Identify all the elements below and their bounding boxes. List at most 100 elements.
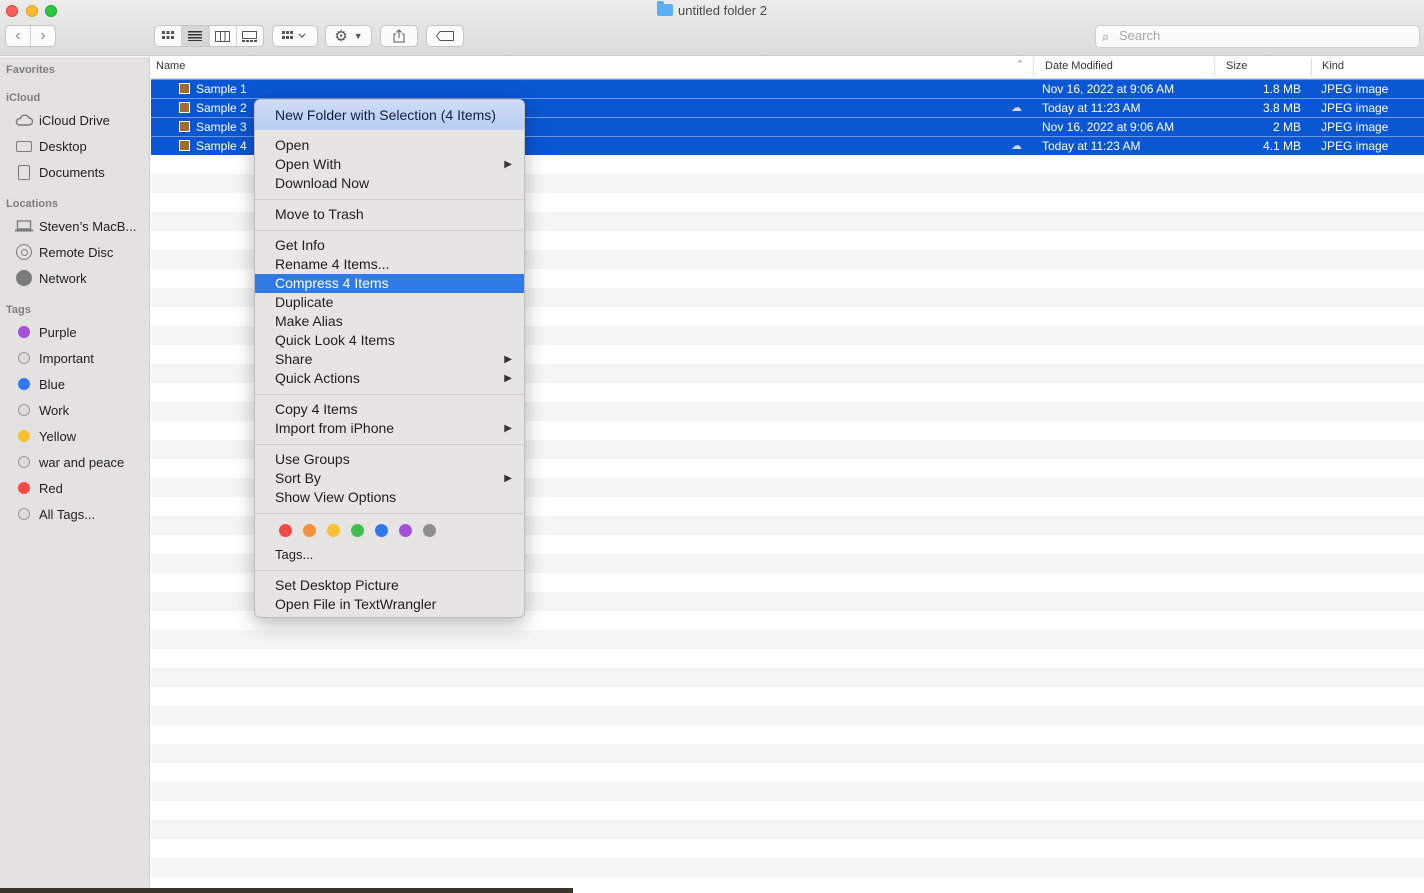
- tag-color-purple[interactable]: [399, 524, 412, 537]
- sidebar-item-icloud-drive[interactable]: iCloud Drive: [0, 108, 150, 132]
- file-kind: JPEG image: [1321, 120, 1389, 134]
- column-divider[interactable]: [1311, 58, 1312, 76]
- sidebar-all-tags[interactable]: All Tags...: [0, 502, 150, 526]
- list-view-icon: [188, 31, 203, 41]
- menu-item-show-view-options[interactable]: Show View Options: [255, 488, 524, 507]
- sidebar-tag-blue[interactable]: Blue: [0, 372, 150, 396]
- forward-button[interactable]: ›: [30, 26, 55, 46]
- menu-item-open-in-textwrangler[interactable]: Open File in TextWrangler: [255, 595, 524, 614]
- empty-row: [151, 763, 1424, 782]
- edit-tags-button[interactable]: [426, 25, 464, 47]
- tag-color-green[interactable]: [351, 524, 364, 537]
- sidebar: Favorites iCloud iCloud Drive Desktop Do…: [0, 57, 150, 893]
- sidebar-header-tags: Tags: [6, 304, 31, 316]
- list-view-button[interactable]: [181, 26, 209, 46]
- sidebar-item-label: Steven’s MacB...: [39, 218, 137, 234]
- sidebar-item-label: Red: [39, 480, 63, 496]
- column-divider[interactable]: [1214, 58, 1215, 76]
- sidebar-item-label: Work: [39, 402, 70, 418]
- search-field[interactable]: ⌕: [1095, 25, 1420, 48]
- tag-color-gray[interactable]: [423, 524, 436, 537]
- desktop-icon: [15, 137, 33, 155]
- empty-row: [151, 649, 1424, 668]
- menu-item-import-from-iphone[interactable]: Import from iPhone ▶: [255, 419, 524, 438]
- window-title-text: untitled folder 2: [678, 3, 767, 18]
- column-header-size[interactable]: Size: [1226, 60, 1247, 72]
- tag-color-yellow[interactable]: [327, 524, 340, 537]
- context-menu: New Folder with Selection (4 Items) Open…: [254, 99, 525, 618]
- column-header-kind[interactable]: Kind: [1322, 60, 1344, 72]
- sidebar-item-label: Documents: [39, 164, 105, 180]
- menu-item-make-alias[interactable]: Make Alias: [255, 312, 524, 331]
- menu-item-open[interactable]: Open: [255, 136, 524, 155]
- file-name: Sample 2: [196, 101, 247, 115]
- cloud-download-icon[interactable]: ☁: [1011, 101, 1022, 114]
- sidebar-tag-important[interactable]: Important: [0, 346, 150, 370]
- disc-icon: [15, 243, 33, 261]
- menu-item-tags[interactable]: Tags...: [255, 545, 524, 564]
- sidebar-item-label: All Tags...: [39, 506, 96, 522]
- navigation-buttons: ‹ ›: [5, 25, 56, 47]
- menu-item-download-now[interactable]: Download Now: [255, 174, 524, 193]
- file-size: 4.1 MB: [1262, 139, 1301, 153]
- icon-view-button[interactable]: [155, 26, 181, 46]
- menu-item-use-groups[interactable]: Use Groups: [255, 450, 524, 469]
- file-name: Sample 1: [196, 82, 247, 96]
- group-by-button[interactable]: [272, 25, 318, 47]
- menu-item-rename[interactable]: Rename 4 Items...: [255, 255, 524, 274]
- column-header-date[interactable]: Date Modified: [1045, 60, 1113, 72]
- sidebar-item-network[interactable]: Network: [0, 266, 150, 290]
- tag-color-blue[interactable]: [375, 524, 388, 537]
- sidebar-tag-red[interactable]: Red: [0, 476, 150, 500]
- column-view-button[interactable]: [208, 26, 236, 46]
- menu-item-quick-actions[interactable]: Quick Actions ▶: [255, 369, 524, 388]
- sidebar-item-macbook[interactable]: Steven’s MacB...: [0, 214, 150, 238]
- sidebar-tag-work[interactable]: Work: [0, 398, 150, 422]
- gallery-view-button[interactable]: [235, 26, 263, 46]
- menu-item-sort-by[interactable]: Sort By ▶: [255, 469, 524, 488]
- icon-view-icon: [162, 31, 175, 39]
- sidebar-tag-yellow[interactable]: Yellow: [0, 424, 150, 448]
- menu-separator: [255, 199, 524, 200]
- document-icon: [15, 163, 33, 181]
- empty-row: [151, 820, 1424, 839]
- submenu-arrow-icon: ▶: [504, 473, 512, 484]
- menu-item-open-with[interactable]: Open With ▶: [255, 155, 524, 174]
- menu-item-share[interactable]: Share ▶: [255, 350, 524, 369]
- cloud-download-icon[interactable]: ☁: [1011, 139, 1022, 152]
- menu-separator: [255, 444, 524, 445]
- menu-item-set-desktop-picture[interactable]: Set Desktop Picture: [255, 576, 524, 595]
- tag-dot-icon: [18, 456, 30, 468]
- tag-dot-icon: [18, 378, 30, 390]
- back-button[interactable]: ‹: [6, 26, 30, 46]
- sidebar-item-documents[interactable]: Documents: [0, 160, 150, 184]
- sidebar-tag-war-and-peace[interactable]: war and peace: [0, 450, 150, 474]
- action-menu-button[interactable]: ⚙ ▼: [325, 25, 372, 47]
- sidebar-header-icloud: iCloud: [6, 92, 41, 104]
- table-row[interactable]: Sample 1 Nov 16, 2022 at 9:06 AM 1.8 MB …: [151, 79, 1424, 98]
- file-size: 3.8 MB: [1262, 101, 1301, 115]
- share-button[interactable]: [380, 25, 418, 47]
- tag-color-red[interactable]: [279, 524, 292, 537]
- sidebar-item-label: Remote Disc: [39, 244, 114, 260]
- menu-item-get-info[interactable]: Get Info: [255, 236, 524, 255]
- file-name: Sample 3: [196, 120, 247, 134]
- menu-item-move-to-trash[interactable]: Move to Trash: [255, 205, 524, 224]
- menu-item-copy[interactable]: Copy 4 Items: [255, 400, 524, 419]
- menu-item-compress[interactable]: Compress 4 Items: [255, 274, 524, 293]
- group-icon: [282, 31, 306, 39]
- menu-item-quick-look[interactable]: Quick Look 4 Items: [255, 331, 524, 350]
- sidebar-item-desktop[interactable]: Desktop: [0, 134, 150, 158]
- menu-item-duplicate[interactable]: Duplicate: [255, 293, 524, 312]
- desktop-background-strip: [0, 888, 573, 893]
- column-header-name[interactable]: Name: [156, 60, 185, 72]
- sidebar-item-remote-disc[interactable]: Remote Disc: [0, 240, 150, 264]
- jpeg-thumbnail-icon: [179, 140, 190, 151]
- menu-item-new-folder-with-selection[interactable]: New Folder with Selection (4 Items): [255, 100, 524, 130]
- sidebar-tag-purple[interactable]: Purple: [0, 320, 150, 344]
- tag-color-orange[interactable]: [303, 524, 316, 537]
- column-divider[interactable]: [1033, 58, 1034, 76]
- search-input[interactable]: [1119, 28, 1409, 43]
- menu-item-label: Import from iPhone: [275, 420, 395, 436]
- gallery-view-icon: [242, 30, 258, 42]
